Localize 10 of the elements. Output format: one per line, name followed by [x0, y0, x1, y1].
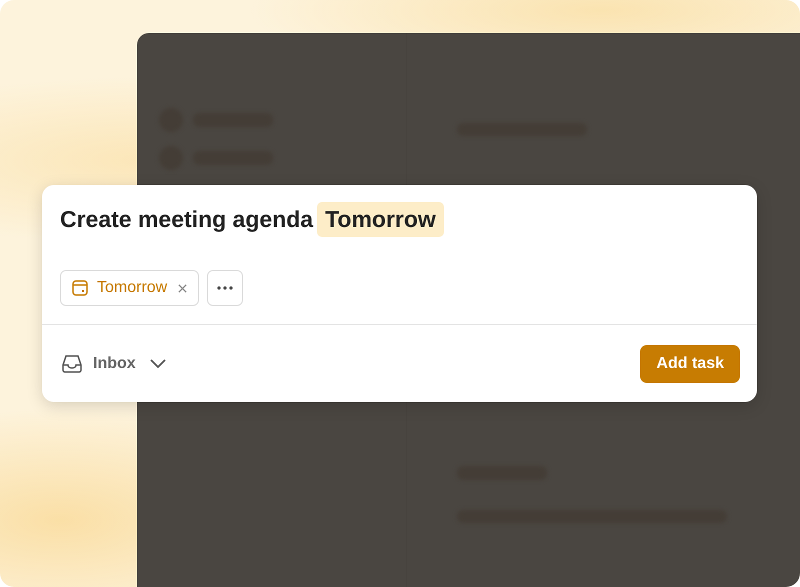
- more-icon: [217, 286, 234, 290]
- chevron-down-icon: [150, 358, 166, 368]
- date-token: Tomorrow: [317, 202, 444, 237]
- calendar-icon: [71, 279, 89, 297]
- close-icon[interactable]: [177, 282, 188, 294]
- inbox-tray-icon: [61, 352, 83, 374]
- date-chip[interactable]: Tomorrow: [60, 270, 200, 306]
- task-name-input[interactable]: Create meeting agenda: [60, 206, 314, 233]
- add-task-button[interactable]: Add task: [640, 344, 740, 382]
- project-dropdown[interactable]: Inbox: [61, 352, 166, 374]
